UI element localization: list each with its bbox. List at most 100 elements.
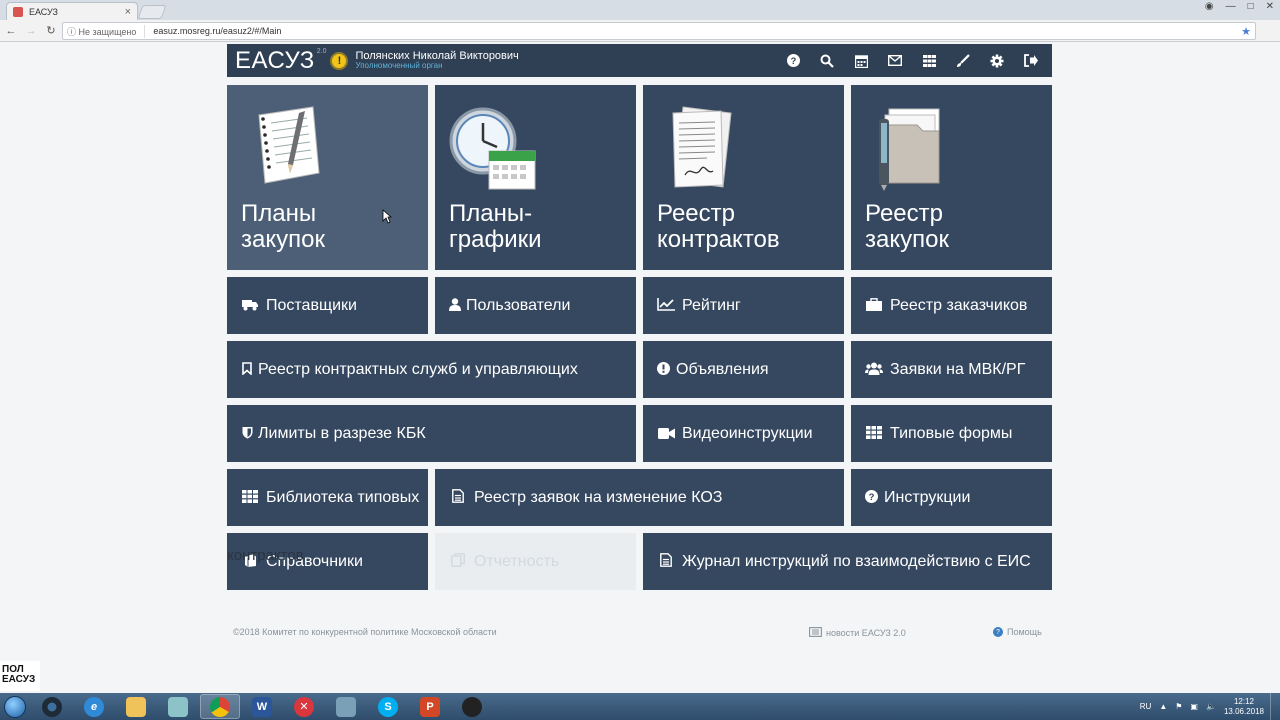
search-icon[interactable] [810,44,844,77]
taskbar-skype[interactable]: S [368,694,408,719]
exclamation-circle-icon [656,361,670,378]
tray-up-icon[interactable]: ▲ [1159,702,1167,711]
user-info[interactable]: Полянских Николай Викторович Уполномочен… [355,50,518,71]
network-icon[interactable]: ▣ [1190,702,1198,711]
tile-customers-registry[interactable]: Реестр заказчиков [851,277,1052,334]
maximize-icon[interactable]: □ [1248,1,1254,12]
sign-out-icon[interactable] [1014,44,1048,77]
svg-text:?: ? [868,492,874,503]
app-tool-icon [336,696,356,717]
show-desktop-button[interactable] [1270,693,1280,720]
taskbar-ie[interactable]: e [74,694,114,719]
tile-label: Журнал инструкций по взаимодействию с ЕИ… [682,552,1031,570]
start-button[interactable] [0,693,30,720]
tile-label: Реестр заявок на изменение КОЗ [474,488,723,506]
taskbar-app[interactable] [158,694,198,719]
footer-help-link[interactable]: ? Помощь [993,627,1042,637]
tile-procurement-registry[interactable]: Реестр закупок [851,85,1052,270]
svg-text:?: ? [790,56,796,66]
windows-taskbar: e W ✕ S P RU ▲ ⚑ ▣ 🔈 12:12 13.06.2018 [0,693,1280,720]
taskbar-powerpoint[interactable]: P [410,694,450,719]
tile-library[interactable]: Библиотека типовых [227,469,428,526]
taskbar-explorer[interactable] [116,694,156,719]
tile-video-instructions[interactable]: Видеоинструкции [643,405,844,462]
tab-close-icon[interactable]: × [125,6,131,18]
footer-news-label: новости ЕАСУЗ 2.0 [826,628,906,638]
footer-copyright: ©2018 Комитет по конкурентной политике М… [233,627,497,637]
th-icon [864,425,884,442]
tile-contract-services[interactable]: Реестр контрактных служб и управляющих [227,341,636,398]
ie-icon: e [84,696,104,717]
tile-label: Лимиты в разрезе КБК [258,424,426,442]
system-tray: RU ▲ ⚑ ▣ 🔈 12:12 13.06.2018 [1140,697,1264,717]
language-indicator[interactable]: RU [1140,702,1152,711]
url-field[interactable]: ⓘ Не защищено easuz.mosreg.ru/easuz2/#/M… [62,22,1256,40]
question-circle-icon: ? [864,489,878,506]
forward-icon[interactable]: → [22,25,40,37]
question-circle-icon[interactable]: ? [776,44,810,77]
volume-icon[interactable]: 🔈 [1206,702,1216,711]
tile-typical-forms[interactable]: Типовые формы [851,405,1052,462]
tile-eis-journal[interactable]: Журнал инструкций по взаимодействию с ЕИ… [643,533,1052,590]
grid-icon[interactable] [912,44,946,77]
bookmark-icon [240,361,254,378]
warning-icon[interactable]: ! [330,51,349,70]
obs-icon [462,696,482,717]
tile-contracts-registry[interactable]: Реестр контрактов [643,85,844,270]
line-chart-icon [656,297,676,314]
taskbar-obs[interactable] [452,694,492,719]
taskbar-chrome[interactable] [200,694,240,719]
footer-news-link[interactable]: новости ЕАСУЗ 2.0 [809,627,906,639]
tab-title: ЕАСУЗ [29,6,58,17]
channel-watermark: ПОЛ ЕАСУЗ [0,661,40,691]
flag-icon[interactable]: ⚑ [1175,702,1182,711]
close-window-icon[interactable]: ✕ [1266,1,1274,12]
file-text-icon [448,489,468,506]
tile-koz-requests[interactable]: Реестр заявок на изменение КОЗ [435,469,844,526]
favicon-icon [13,6,23,17]
tile-schedule-plans[interactable]: Планы- графики [435,85,636,270]
gear-icon[interactable] [980,44,1014,77]
new-tab-button[interactable] [137,5,167,19]
envelope-icon[interactable] [878,44,912,77]
app-header: ЕАСУЗ 2.0 ! Полянских Николай Викторович… [227,44,1052,77]
tile-procurement-plans[interactable]: Планы закупок [227,85,428,270]
calendar-icon[interactable] [844,44,878,77]
browser-tab[interactable]: ЕАСУЗ × [6,2,138,20]
bookmark-star-icon[interactable]: ★ [1241,25,1251,38]
tile-rating[interactable]: Рейтинг [643,277,844,334]
tile-suppliers[interactable]: Поставщики [227,277,428,334]
tile-label: Реестр закупок [865,200,949,253]
user-role: Уполномоченный орган [355,61,443,71]
footer-help-label: Помощь [1007,627,1042,637]
tile-users[interactable]: Пользователи [435,277,636,334]
address-bar: ← → ↻ ⓘ Не защищено easuz.mosreg.ru/easu… [0,20,1280,42]
tile-mvk-requests[interactable]: Заявки на МВК/РГ [851,341,1052,398]
help-icon: ? [993,627,1003,637]
security-label: Не защищено [78,26,137,37]
taskbar-chrome-app[interactable] [32,694,72,719]
tile-instructions[interactable]: ? Инструкции [851,469,1052,526]
brush-icon[interactable] [946,44,980,77]
user-icon [448,297,462,314]
taskbar-tool-app[interactable] [326,694,366,719]
tile-label: Объявления [676,360,769,378]
mouse-cursor-icon [382,209,392,224]
app-logo[interactable]: ЕАСУЗ [235,47,315,75]
notepad-pencil-icon [258,106,320,184]
newspaper-icon [809,627,822,639]
reload-icon[interactable]: ↻ [42,24,60,37]
minimize-icon[interactable]: — [1226,1,1236,12]
app-icon [168,696,188,717]
taskbar-red-app[interactable]: ✕ [284,694,324,719]
tile-label: Поставщики [266,296,357,314]
back-icon[interactable]: ← [2,25,20,37]
tile-announcements[interactable]: Объявления [643,341,844,398]
clock[interactable]: 12:12 13.06.2018 [1224,697,1264,717]
tile-label: Библиотека типовых [266,488,420,506]
taskbar-word[interactable]: W [242,694,282,719]
security-indicator[interactable]: ⓘ Не защищено [67,24,146,38]
tile-label: Планы закупок [241,200,325,253]
tile-kbk-limits[interactable]: Лимиты в разрезе КБК [227,405,636,462]
user-icon[interactable]: ◉ [1205,1,1214,12]
